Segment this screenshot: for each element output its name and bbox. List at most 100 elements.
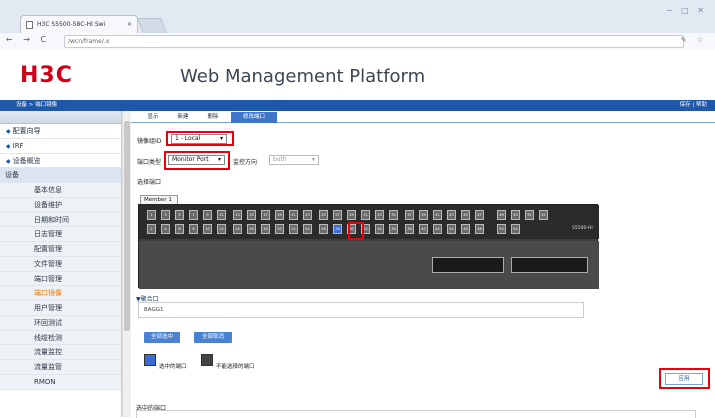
- port-27[interactable]: 27: [333, 210, 342, 220]
- save-help-links[interactable]: 保存 | 帮助: [680, 100, 707, 111]
- port-53[interactable]: 53: [497, 224, 506, 234]
- browser-chrome: H3C S5500-58C-HI Swi × − □ ✕ ← → C /wcn/…: [0, 0, 715, 50]
- port-51[interactable]: 51: [525, 210, 534, 220]
- port-20[interactable]: 20: [275, 224, 284, 234]
- port-39[interactable]: 39: [419, 210, 428, 220]
- port-21[interactable]: 21: [289, 210, 298, 220]
- tab-show[interactable]: 显示: [141, 112, 165, 123]
- port-13[interactable]: 13: [233, 210, 242, 220]
- sidebar-item[interactable]: 日志管理: [0, 227, 121, 242]
- port-33[interactable]: 33: [375, 210, 384, 220]
- port-42[interactable]: 42: [433, 224, 442, 234]
- port-7[interactable]: 7: [189, 210, 198, 220]
- sidebar-category-device[interactable]: 设备: [0, 168, 121, 183]
- port-44[interactable]: 44: [447, 224, 456, 234]
- port-30[interactable]: 30: [347, 224, 356, 234]
- sidebar-item[interactable]: 文件管理: [0, 256, 121, 272]
- mirror-group-select[interactable]: 1 - Local ▾: [171, 134, 227, 144]
- sidebar-item[interactable]: 线缆检测: [0, 330, 121, 346]
- sidebar-item[interactable]: 环回测试: [0, 315, 121, 331]
- sidebar-item[interactable]: 流量监管: [0, 360, 121, 375]
- sidebar-item-selected[interactable]: 端口镜像: [0, 286, 121, 301]
- port-31[interactable]: 31: [361, 210, 370, 220]
- port-18[interactable]: 18: [261, 224, 270, 234]
- port-10[interactable]: 10: [203, 224, 212, 234]
- port-5[interactable]: 5: [175, 210, 184, 220]
- port-54[interactable]: 54: [511, 224, 520, 234]
- port-6[interactable]: 6: [175, 224, 184, 234]
- port-52[interactable]: 52: [539, 210, 548, 220]
- port-12[interactable]: 12: [217, 224, 226, 234]
- deselect-all-button[interactable]: 全部取消: [194, 332, 232, 343]
- port-1[interactable]: 1: [147, 210, 156, 220]
- url-input[interactable]: /wcn/frame/.x: [64, 35, 684, 48]
- tab-modify-port[interactable]: 修改端口: [231, 112, 277, 123]
- sidebar-item-overview[interactable]: ◆ 设备概览: [0, 154, 121, 169]
- port-35[interactable]: 35: [389, 210, 398, 220]
- port-24[interactable]: 24: [303, 224, 312, 234]
- port-28[interactable]: 28: [333, 224, 342, 234]
- sidebar-item[interactable]: 流量监控: [0, 345, 121, 360]
- port-22[interactable]: 22: [289, 224, 298, 234]
- new-tab-button[interactable]: [137, 18, 167, 33]
- port-type-select[interactable]: Monitor Port ▾: [168, 155, 225, 165]
- port-9[interactable]: 9: [203, 210, 212, 220]
- port-16[interactable]: 16: [247, 224, 256, 234]
- port-46[interactable]: 46: [461, 224, 470, 234]
- port-32[interactable]: 32: [361, 224, 370, 234]
- select-all-button[interactable]: 全部选中: [144, 332, 180, 343]
- tab-delete[interactable]: 删除: [201, 112, 225, 123]
- port-43[interactable]: 43: [447, 210, 456, 220]
- browser-tab[interactable]: H3C S5500-58C-HI Swi ×: [20, 15, 138, 33]
- port-2[interactable]: 2: [147, 224, 156, 234]
- unselectable-port-legend-swatch: [201, 354, 213, 366]
- port-26[interactable]: 26: [319, 224, 328, 234]
- diamond-icon: ◆: [6, 128, 11, 135]
- sidebar-item[interactable]: 基本信息: [0, 183, 121, 198]
- direction-select[interactable]: both ▾: [269, 155, 319, 165]
- port-3[interactable]: 3: [161, 210, 170, 220]
- port-40[interactable]: 40: [419, 224, 428, 234]
- sidebar-item[interactable]: 端口管理: [0, 271, 121, 287]
- sidebar-item[interactable]: 用户管理: [0, 301, 121, 316]
- port-23[interactable]: 23: [303, 210, 312, 220]
- port-45[interactable]: 45: [461, 210, 470, 220]
- dropdown-arrow-icon: ▾: [217, 156, 221, 163]
- port-25[interactable]: 25: [319, 210, 328, 220]
- port-49[interactable]: 49: [497, 210, 506, 220]
- port-48[interactable]: 48: [475, 224, 484, 234]
- sidebar-item-wizard[interactable]: ◆ 配置向导: [0, 124, 121, 139]
- member-tab[interactable]: Member 1: [140, 195, 178, 204]
- aggregation-port[interactable]: BAGG1: [138, 302, 584, 318]
- sidebar-item[interactable]: 日期和时间: [0, 212, 121, 228]
- port-36[interactable]: 36: [389, 224, 398, 234]
- navigation-buttons[interactable]: ← → C: [6, 35, 50, 44]
- port-50[interactable]: 50: [511, 210, 520, 220]
- apply-button[interactable]: 应用: [665, 373, 703, 385]
- port-41[interactable]: 41: [433, 210, 442, 220]
- close-tab-icon[interactable]: ×: [127, 16, 132, 33]
- port-37[interactable]: 37: [405, 210, 414, 220]
- port-19[interactable]: 19: [275, 210, 284, 220]
- tab-new[interactable]: 新建: [171, 112, 195, 123]
- sidebar-item[interactable]: 设备维护: [0, 197, 121, 213]
- window-controls[interactable]: − □ ✕: [666, 6, 707, 15]
- select-port-label: 选择端口: [137, 179, 162, 186]
- port-47[interactable]: 47: [475, 210, 484, 220]
- port-4[interactable]: 4: [161, 224, 170, 234]
- sidebar-header: [0, 111, 121, 124]
- port-14[interactable]: 14: [233, 224, 242, 234]
- port-38[interactable]: 38: [405, 224, 414, 234]
- sidebar-item-irf[interactable]: ◆ IRF: [0, 139, 121, 154]
- port-34[interactable]: 34: [375, 224, 384, 234]
- sidebar-item[interactable]: RMON: [0, 374, 121, 390]
- port-29[interactable]: 29: [347, 210, 356, 220]
- port-15[interactable]: 15: [247, 210, 256, 220]
- port-17[interactable]: 17: [261, 210, 270, 220]
- sidebar-scrollbar[interactable]: [122, 111, 131, 417]
- port-8[interactable]: 8: [189, 224, 198, 234]
- scrollbar-thumb[interactable]: [124, 121, 130, 331]
- port-11[interactable]: 11: [217, 210, 226, 220]
- sidebar-item[interactable]: 配置管理: [0, 242, 121, 257]
- toolbar-icons[interactable]: ✎ ☆: [681, 36, 707, 44]
